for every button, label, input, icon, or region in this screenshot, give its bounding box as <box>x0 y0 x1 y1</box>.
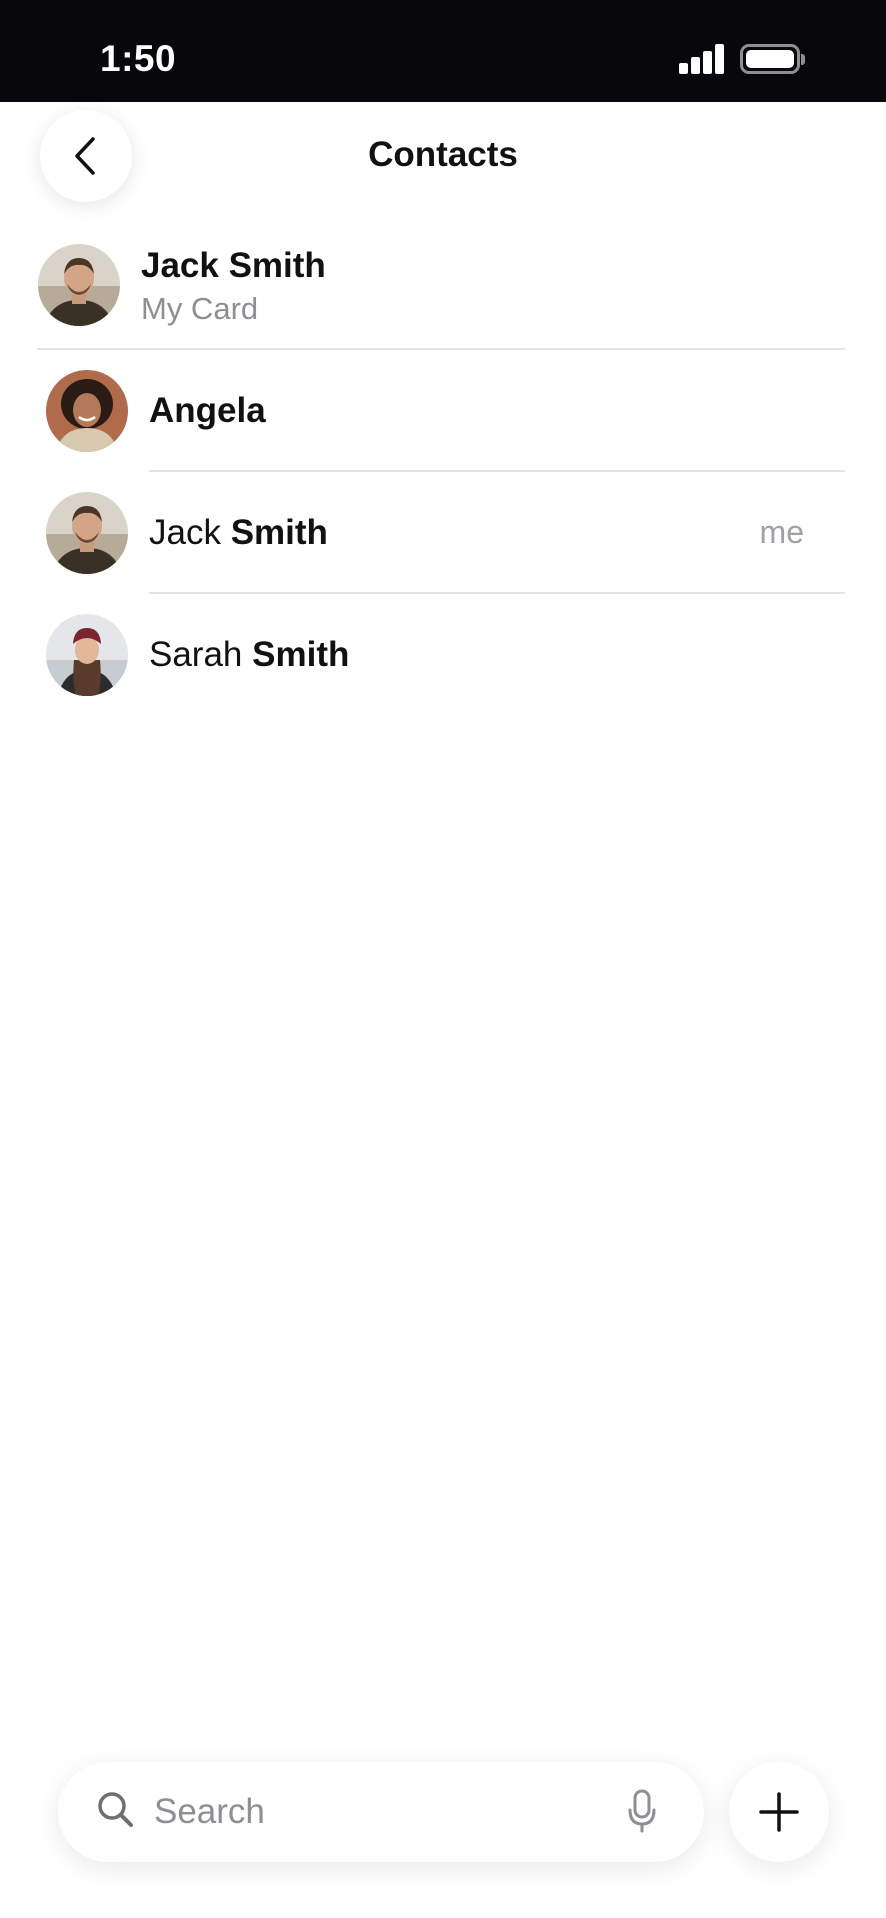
search-input[interactable]: Search <box>154 1792 265 1832</box>
cellular-signal-icon <box>679 44 725 74</box>
contact-first-name: Angela <box>149 391 266 430</box>
contact-first-name: Sarah <box>149 635 253 674</box>
status-bar: 1:50 <box>0 0 886 102</box>
battery-icon <box>740 44 800 74</box>
my-card-name: Jack Smith <box>141 246 326 285</box>
contact-name: Jack Smith <box>149 513 328 553</box>
contacts-screen: 1:50 Contacts Jack Smith My Card Angela … <box>0 0 886 1918</box>
battery-tip <box>801 54 805 65</box>
microphone-icon[interactable] <box>627 1788 657 1834</box>
avatar <box>46 614 128 696</box>
contact-last-name: Smith <box>230 513 328 552</box>
page-title: Contacts <box>368 135 518 174</box>
list-item-angela[interactable]: Angela <box>36 350 846 472</box>
my-card-subtitle: My Card <box>141 291 259 326</box>
search-icon <box>98 1792 133 1827</box>
status-time: 1:50 <box>100 38 177 79</box>
avatar <box>46 370 128 452</box>
contact-first-name: Jack <box>149 513 231 552</box>
avatar <box>46 492 128 574</box>
contact-name: Sarah Smith <box>149 635 349 675</box>
contact-last-name: Smith <box>252 635 350 674</box>
plus-icon <box>759 1792 799 1832</box>
contact-name: Angela <box>149 391 266 431</box>
me-badge: me <box>759 514 804 550</box>
my-card[interactable]: Jack Smith My Card <box>36 240 846 348</box>
list-item-jack-smith[interactable]: Jack Smith me <box>36 472 846 594</box>
avatar <box>38 244 120 326</box>
search-bar[interactable]: Search <box>58 1762 704 1862</box>
list-item-sarah-smith[interactable]: Sarah Smith <box>36 594 846 716</box>
add-contact-button[interactable] <box>729 1762 829 1862</box>
